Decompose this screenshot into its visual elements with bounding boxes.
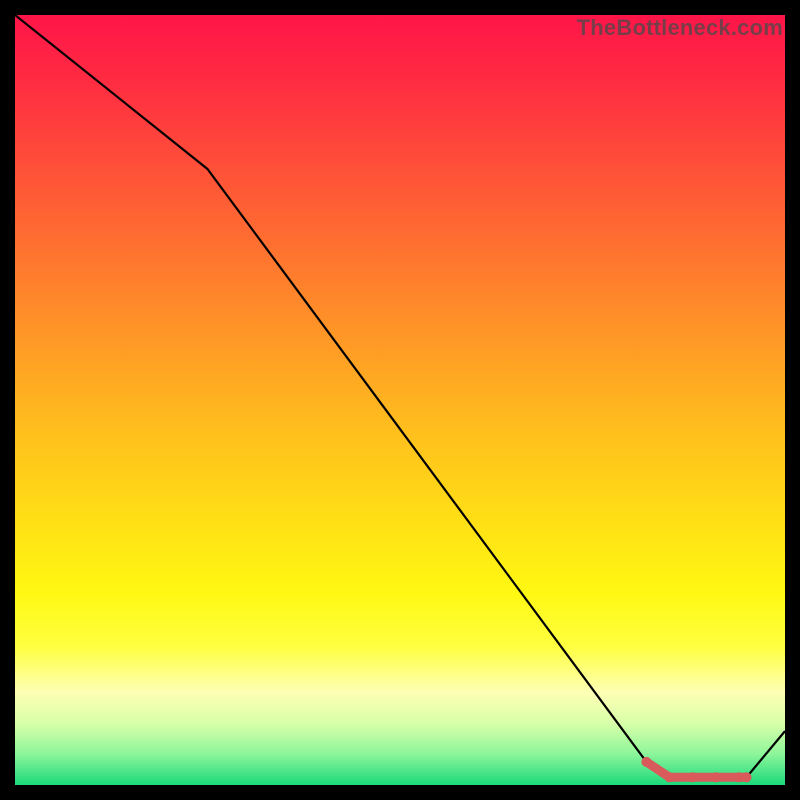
highlight-dot <box>665 772 675 782</box>
highlight-dot <box>711 772 721 782</box>
chart-frame: TheBottleneck.com <box>0 0 800 800</box>
chart-svg <box>15 15 785 785</box>
plot-area: TheBottleneck.com <box>15 15 785 785</box>
highlight-marker-group <box>641 757 751 782</box>
bottleneck-line-group <box>15 15 785 777</box>
highlight-dot <box>688 772 698 782</box>
highlight-dot <box>641 757 651 767</box>
bottleneck-curve <box>15 15 785 777</box>
highlight-dot <box>742 772 752 782</box>
